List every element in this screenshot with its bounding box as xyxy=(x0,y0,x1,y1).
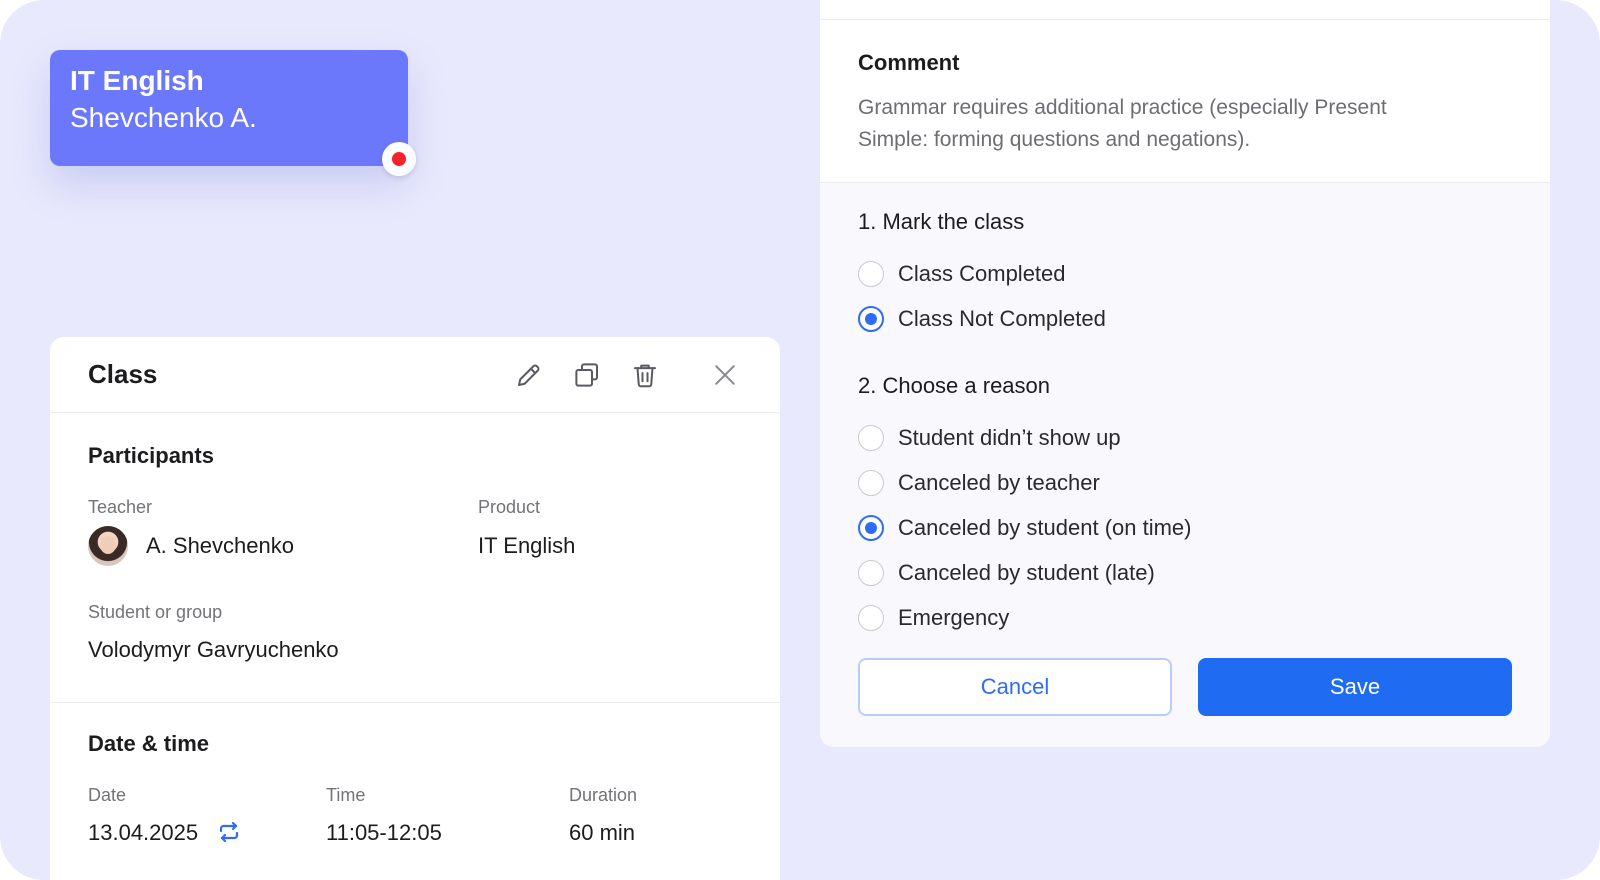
product-label: Product xyxy=(478,497,541,517)
cancel-button[interactable]: Cancel xyxy=(858,658,1172,716)
radio-option[interactable]: Class Not Completed xyxy=(858,296,1512,341)
radio-button-checked[interactable] xyxy=(858,305,884,332)
reason-radio-group: Student didn’t show up Canceled by teach… xyxy=(858,415,1512,640)
radio-button[interactable] xyxy=(858,260,884,287)
repeat-icon[interactable] xyxy=(216,821,242,843)
radio-label: Class Not Completed xyxy=(898,305,1106,331)
save-button[interactable]: Save xyxy=(1198,658,1512,716)
trash-icon xyxy=(634,364,656,387)
header-actions xyxy=(488,358,742,392)
datetime-section: Date & time Date 13.04.2025 Time 11:05-1… xyxy=(50,703,780,846)
radio-option[interactable]: Emergency xyxy=(858,595,1512,640)
mark-form: 1. Mark the class Class Completed Class … xyxy=(820,183,1550,747)
event-title: IT English xyxy=(70,65,204,96)
reason-question-title: 2. Choose a reason xyxy=(858,373,1051,398)
close-icon xyxy=(715,364,735,385)
teacher-value: A. Shevchenko xyxy=(146,533,294,558)
datetime-title: Date & time xyxy=(88,731,210,756)
duration-value: 60 min xyxy=(569,820,636,845)
mark-question-title: 1. Mark the class xyxy=(858,209,1025,234)
participants-title: Participants xyxy=(88,443,214,468)
teacher-avatar xyxy=(88,526,128,566)
time-value: 11:05-12:05 xyxy=(326,820,442,845)
radio-button[interactable] xyxy=(858,424,884,451)
panel-top-strip xyxy=(820,0,1550,20)
card-title: Class xyxy=(88,359,158,389)
class-details-card: Class Participants Teacher A. Shevchenko… xyxy=(50,337,780,880)
teacher-label: Teacher xyxy=(88,497,153,517)
comment-text: Grammar requires additional practice (es… xyxy=(858,96,1387,151)
radio-label: Class Completed xyxy=(898,260,1066,286)
participants-section: Participants Teacher A. Shevchenko Produ… xyxy=(50,413,780,703)
radio-button[interactable] xyxy=(858,604,884,631)
app-canvas: IT English Shevchenko A. Class Participa… xyxy=(0,0,1600,880)
radio-label: Student didn’t show up xyxy=(898,424,1121,450)
radio-label: Canceled by teacher xyxy=(898,469,1100,495)
student-field: Student or group Volodymyr Gavryuchenko xyxy=(88,602,742,663)
time-label: Time xyxy=(326,785,366,805)
comment-title: Comment xyxy=(858,50,960,75)
mark-radio-group: Class Completed Class Not Completed xyxy=(858,251,1512,341)
date-label: Date xyxy=(88,785,127,805)
calendar-event-chip[interactable]: IT English Shevchenko A. xyxy=(50,50,416,176)
date-field: Date 13.04.2025 xyxy=(88,785,326,846)
radio-label: Emergency xyxy=(898,604,1010,630)
card-header: Class xyxy=(50,337,780,413)
comment-section: Comment Grammar requires additional prac… xyxy=(820,20,1550,183)
time-field: Time 11:05-12:05 xyxy=(326,785,569,846)
radio-button[interactable] xyxy=(858,469,884,496)
edit-button[interactable] xyxy=(512,358,546,392)
radio-option[interactable]: Student didn’t show up xyxy=(858,415,1512,460)
radio-option[interactable]: Canceled by teacher xyxy=(858,460,1512,505)
delete-button[interactable] xyxy=(628,358,662,392)
status-dot-icon xyxy=(382,142,416,176)
form-actions: Cancel Save xyxy=(858,658,1512,716)
radio-option[interactable]: Canceled by student (on time) xyxy=(858,505,1512,550)
mark-class-panel: Comment Grammar requires additional prac… xyxy=(820,0,1550,747)
radio-option[interactable]: Class Completed xyxy=(858,251,1512,296)
teacher-field: Teacher A. Shevchenko xyxy=(88,497,478,566)
product-value: IT English xyxy=(478,533,576,558)
student-value: Volodymyr Gavryuchenko xyxy=(88,637,339,662)
radio-label: Canceled by student (late) xyxy=(898,559,1155,585)
radio-option[interactable]: Canceled by student (late) xyxy=(858,550,1512,595)
duplicate-button[interactable] xyxy=(570,358,604,392)
radio-button-checked[interactable] xyxy=(858,514,884,541)
duration-label: Duration xyxy=(569,785,638,805)
pencil-icon xyxy=(518,364,540,386)
student-label: Student or group xyxy=(88,602,223,622)
event-teacher: Shevchenko A. xyxy=(70,102,257,133)
date-value: 13.04.2025 xyxy=(88,820,199,845)
close-button[interactable] xyxy=(708,358,742,392)
copy-icon xyxy=(575,362,598,387)
radio-label: Canceled by student (on time) xyxy=(898,514,1192,540)
duration-field: Duration 60 min xyxy=(569,785,637,846)
product-field: Product IT English xyxy=(478,497,575,566)
radio-button[interactable] xyxy=(858,559,884,586)
